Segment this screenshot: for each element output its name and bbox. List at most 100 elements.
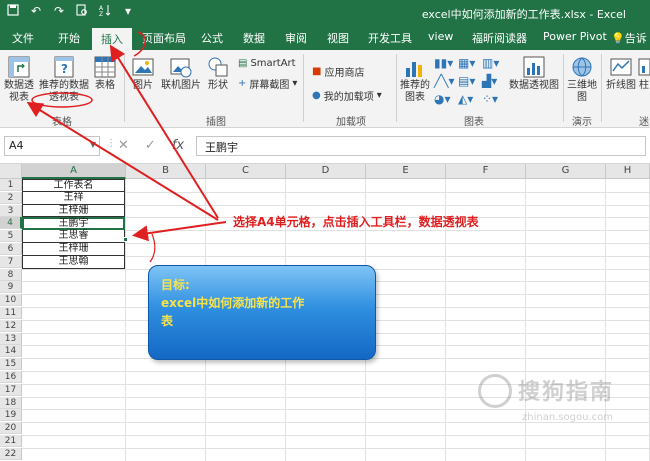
enter-icon[interactable]: ✓ [145,138,156,153]
table-cell[interactable]: 王祥 [22,191,125,205]
3d-map-button[interactable]: 三维地图 [567,56,597,104]
combo-chart-icon[interactable]: ▟▾ [482,74,497,88]
tab-data[interactable]: 数据 [243,30,265,46]
store-button[interactable]: ■ 应用商店 [312,64,364,79]
row-header[interactable]: 20 [0,422,22,435]
tab-page-layout[interactable]: 页面布局 [142,30,186,46]
svg-text:Z: Z [99,11,103,16]
table-cell[interactable]: 王梓珊 [22,243,125,256]
smartart-button[interactable]: ▤ SmartArt [238,58,296,69]
statistic-chart-icon[interactable]: ▤▾ [458,74,475,88]
waterfall-chart-icon[interactable]: ▥▾ [482,56,499,70]
table-cell[interactable]: 王梓姗 [22,204,125,218]
shapes-button[interactable]: 形状 [205,56,231,92]
column-header-a[interactable]: A [22,164,126,179]
sparkline-column-button[interactable]: 柱 [638,56,650,92]
sparkline-line-button[interactable]: 折线图 [606,56,636,92]
sort-icon[interactable]: AZ [98,4,112,19]
pivot-table-button[interactable]: 数据透视表 [4,56,34,104]
formula-bar: A4 ▼ ⋮ ✕ ✓ fx 王鹏宇 [0,128,650,164]
tab-power-pivot[interactable]: Power Pivot [543,30,607,43]
column-header-e[interactable]: E [366,164,446,179]
tab-view-en[interactable]: view [428,30,453,43]
row-header[interactable]: 14 [0,345,22,358]
undo-icon[interactable]: ↶ [29,4,43,19]
column-chart-icon[interactable]: ▮▮▾ [434,56,453,70]
row-header[interactable]: 2 [0,191,22,204]
pivot-chart-button[interactable]: 数据透视图 [508,56,560,92]
row-header[interactable]: 16 [0,371,22,383]
tab-formulas[interactable]: 公式 [201,30,223,46]
row-header[interactable]: 4 [0,217,22,230]
table-cell[interactable]: 王思睿 [22,230,125,243]
store-label: 应用商店 [324,68,365,79]
name-box[interactable]: A4 ▼ [4,136,100,156]
column-header-g[interactable]: G [526,164,606,179]
tab-home[interactable]: 开始 [58,30,80,46]
pivot-table-label: 数据透视表 [4,80,34,103]
save-icon[interactable] [6,4,20,19]
recommended-charts-button[interactable]: 推荐的图表 [400,56,430,104]
table-button[interactable]: 表格 [92,56,118,92]
redo-icon[interactable]: ↷ [52,4,66,19]
column-header-f[interactable]: F [446,164,526,179]
my-addins-label: 我的加载项 [323,92,374,103]
my-addins-button[interactable]: ● 我的加载项 ▾ [312,88,382,103]
recommended-pivot-button[interactable]: ? 推荐的数据透视表 [38,56,90,104]
row-header[interactable]: 22 [0,447,22,460]
row-header[interactable]: 11 [0,307,22,319]
tab-file[interactable]: 文件 [12,30,34,46]
row-header[interactable]: 3 [0,204,22,217]
area-chart-icon[interactable]: ◭▾ [458,92,473,106]
screenshot-button[interactable]: + 屏幕截图 ▾ [238,76,297,91]
online-picture-button[interactable]: 联机图片 [160,56,202,92]
insert-function-icon[interactable]: fx [172,138,184,153]
formula-input[interactable]: 王鹏宇 [196,136,646,156]
tab-review[interactable]: 审阅 [285,30,307,46]
column-header-d[interactable]: D [286,164,366,179]
customize-icon[interactable]: ▾ [121,4,135,19]
table-cell[interactable]: 工作表名 [22,179,125,192]
print-preview-icon[interactable] [75,4,89,19]
row-header[interactable]: 17 [0,383,22,396]
scatter-chart-icon[interactable]: ⁘▾ [482,92,498,106]
row-header[interactable]: 10 [0,294,22,307]
row-header[interactable]: 15 [0,358,22,371]
row-header[interactable]: 18 [0,396,22,409]
row-header[interactable]: 13 [0,332,22,345]
row-header[interactable]: 21 [0,435,22,447]
group-separator [601,54,602,122]
picture-button[interactable]: 图片 [130,56,156,92]
row-header[interactable]: 12 [0,319,22,332]
cancel-icon[interactable]: ✕ [118,138,129,153]
row-header[interactable]: 1 [0,179,22,191]
active-cell-a4[interactable]: 王鹏宇 [22,217,125,231]
ribbon: 数据透视表 ? 推荐的数据透视表 表格 表格 图片 联机图片 形状 ▤ Smar… [0,50,650,128]
tab-developer[interactable]: 开发工具 [368,30,412,46]
row-header[interactable]: 5 [0,230,22,243]
table-cell[interactable]: 王思翰 [22,255,125,269]
row-header[interactable]: 8 [0,268,22,281]
tab-insert[interactable]: 插入 [92,28,132,50]
select-all-button[interactable] [0,164,22,179]
picture-label: 图片 [133,80,153,91]
tab-foxit[interactable]: 福昕阅读器 [472,30,527,46]
column-header-b[interactable]: B [126,164,206,179]
hierarchy-chart-icon[interactable]: ▦▾ [458,56,475,70]
column-header-c[interactable]: C [206,164,286,179]
fill-handle[interactable] [123,237,128,242]
row-header[interactable]: 6 [0,243,22,255]
chevron-down-icon[interactable]: ▼ [90,140,96,149]
tab-tell-me[interactable]: 💡告诉 [611,30,647,46]
column-header-h[interactable]: H [606,164,650,179]
line-chart-icon[interactable]: ╱╲▾ [434,74,454,88]
formula-bar-grip-icon[interactable]: ⋮ [106,138,116,149]
pie-chart-icon[interactable]: ◕▾ [434,92,451,106]
ribbon-tabs: 文件 开始 插入 页面布局 公式 数据 审阅 视图 开发工具 view 福昕阅读… [0,26,650,50]
row-header[interactable]: 7 [0,255,22,268]
addins-group-label: 加载项 [336,117,366,128]
pivot-chart-icon [523,56,545,78]
row-header[interactable]: 19 [0,409,22,422]
row-header[interactable]: 9 [0,281,22,294]
tab-view[interactable]: 视图 [327,30,349,46]
